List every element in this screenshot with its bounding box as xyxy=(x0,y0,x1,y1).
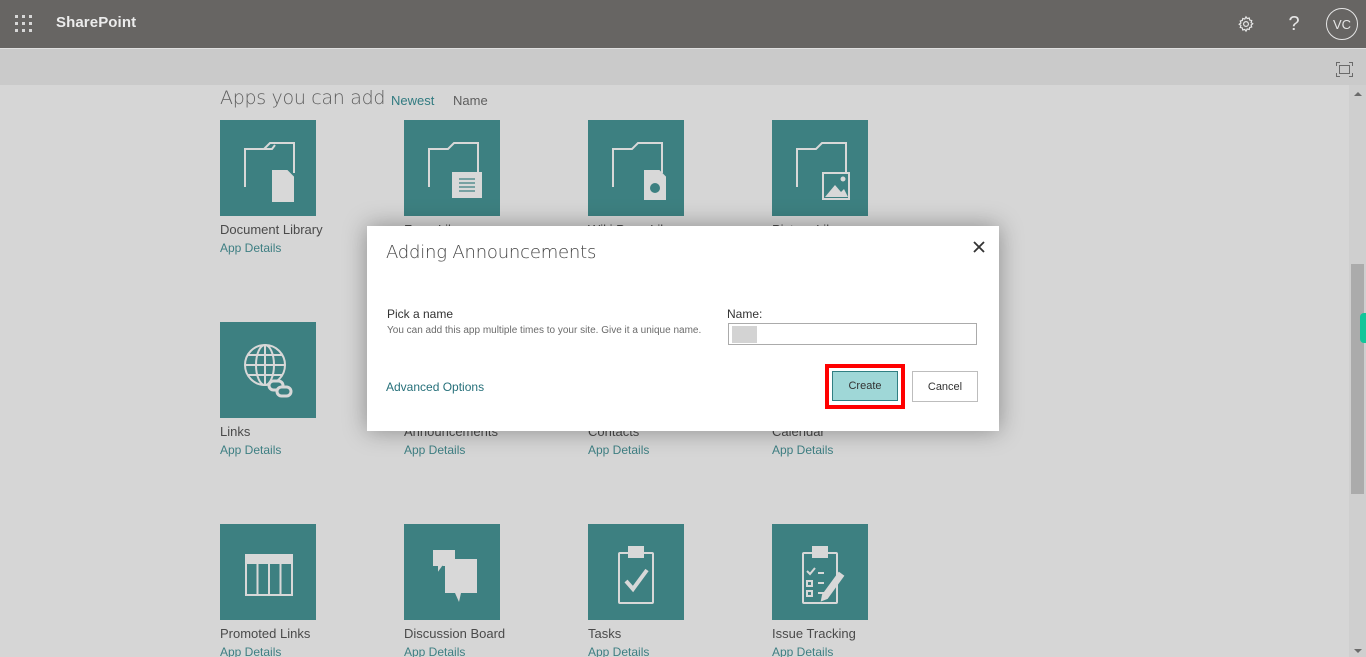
pick-name-description: You can add this app multiple times to y… xyxy=(387,325,702,336)
discussion-board-icon[interactable] xyxy=(404,524,500,620)
links-globe-icon[interactable] xyxy=(220,322,316,418)
app-details-link[interactable]: App Details xyxy=(404,645,564,657)
sort-name-link[interactable]: Name xyxy=(453,93,488,108)
app-details-link[interactable]: App Details xyxy=(772,443,932,457)
app-details-link[interactable]: App Details xyxy=(588,645,748,657)
app-tile[interactable]: Document Library App Details xyxy=(220,120,380,255)
command-bar xyxy=(0,48,1366,85)
focus-mode-icon[interactable] xyxy=(1336,62,1353,77)
name-input[interactable] xyxy=(728,323,977,345)
app-title[interactable]: Issue Tracking xyxy=(772,626,932,641)
suite-bar: SharePoint ? VC xyxy=(0,0,1366,48)
form-library-icon[interactable] xyxy=(404,120,500,216)
app-tile[interactable]: Links App Details xyxy=(220,322,380,457)
pick-name-label: Pick a name xyxy=(387,307,454,321)
app-name[interactable]: SharePoint xyxy=(56,14,136,31)
app-details-link[interactable]: App Details xyxy=(588,443,748,457)
app-title[interactable]: Document Library xyxy=(220,222,380,237)
scroll-down-arrow-icon[interactable] xyxy=(1354,649,1362,653)
app-title[interactable]: Tasks xyxy=(588,626,748,641)
avatar[interactable]: VC xyxy=(1326,8,1358,40)
picture-library-icon[interactable] xyxy=(772,120,868,216)
app-details-link[interactable]: App Details xyxy=(772,645,932,657)
cancel-button[interactable]: Cancel xyxy=(912,371,978,402)
page-title: Apps you can add xyxy=(220,87,386,109)
app-tile[interactable]: Promoted Links App Details xyxy=(220,524,380,657)
app-tile[interactable]: Discussion Board App Details xyxy=(404,524,564,657)
side-panel-tab[interactable] xyxy=(1360,313,1366,343)
app-details-link[interactable]: App Details xyxy=(220,241,380,255)
scrollbar-thumb[interactable] xyxy=(1351,264,1364,494)
wiki-library-icon[interactable] xyxy=(588,120,684,216)
app-tile[interactable]: Issue Tracking App Details xyxy=(772,524,932,657)
issue-tracking-icon[interactable] xyxy=(772,524,868,620)
promoted-links-icon[interactable] xyxy=(220,524,316,620)
name-field-label: Name: xyxy=(727,307,763,321)
add-app-dialog: Adding Announcements Pick a name You can… xyxy=(367,226,999,431)
app-launcher-icon[interactable] xyxy=(15,15,33,33)
app-tile[interactable]: Tasks App Details xyxy=(588,524,748,657)
app-title[interactable]: Links xyxy=(220,424,380,439)
app-title[interactable]: Discussion Board xyxy=(404,626,564,641)
sort-newest-link[interactable]: Newest xyxy=(391,93,434,108)
scroll-up-arrow-icon[interactable] xyxy=(1354,92,1362,96)
create-button[interactable]: Create xyxy=(832,371,898,401)
app-details-link[interactable]: App Details xyxy=(220,443,380,457)
app-title[interactable]: Promoted Links xyxy=(220,626,380,641)
dialog-title: Adding Announcements xyxy=(386,242,597,263)
gear-icon[interactable] xyxy=(1232,10,1260,38)
tasks-clipboard-icon[interactable] xyxy=(588,524,684,620)
document-library-icon[interactable] xyxy=(220,120,316,216)
close-icon[interactable] xyxy=(970,238,988,256)
help-icon[interactable]: ? xyxy=(1280,10,1308,38)
app-details-link[interactable]: App Details xyxy=(220,645,380,657)
advanced-options-link[interactable]: Advanced Options xyxy=(386,380,484,394)
app-details-link[interactable]: App Details xyxy=(404,443,564,457)
